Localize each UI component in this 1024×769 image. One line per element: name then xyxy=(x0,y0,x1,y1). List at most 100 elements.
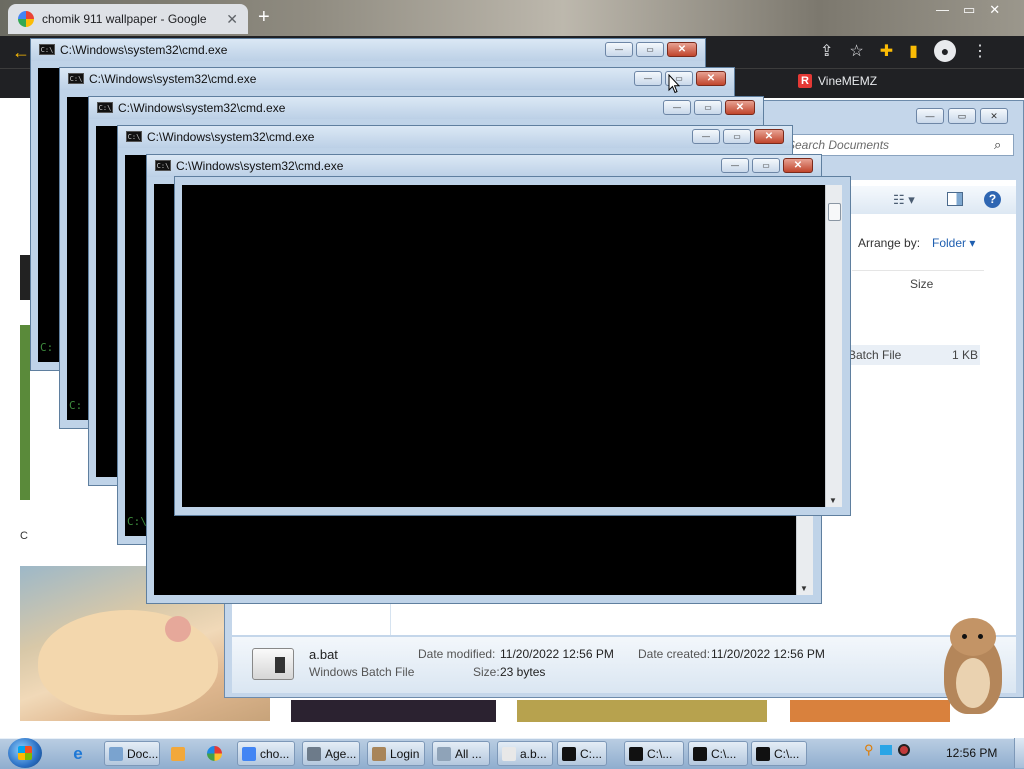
taskbar-button[interactable]: cho... xyxy=(237,741,295,766)
preview-pane-icon[interactable] xyxy=(947,192,963,206)
image-thumbnail-green[interactable] xyxy=(20,325,30,500)
taskbar-button-label: C:\... xyxy=(711,746,737,761)
menu-kebab-icon[interactable]: ⋮ xyxy=(972,41,988,61)
app-icon xyxy=(109,746,123,761)
taskbar-button[interactable]: Age... xyxy=(302,741,360,766)
help-icon[interactable]: ? xyxy=(984,191,1001,208)
search-input[interactable]: Search Documents xyxy=(780,134,1014,156)
taskbar-button-label: Doc... xyxy=(127,746,159,761)
close-button[interactable]: ✕ xyxy=(667,42,697,57)
internet-explorer-icon[interactable]: e xyxy=(64,741,92,766)
taskbar-button[interactable]: C:\... xyxy=(624,741,684,766)
minimize-button[interactable]: — xyxy=(605,42,633,57)
scroll-down-arrow-icon[interactable]: ▼ xyxy=(800,584,808,593)
details-modified-value: 11/20/2022 12:56 PM xyxy=(500,647,614,661)
profile-avatar-icon[interactable]: ● xyxy=(933,40,956,62)
back-arrow-icon[interactable]: ← xyxy=(12,42,30,63)
details-created-value: 11/20/2022 12:56 PM xyxy=(711,647,825,661)
taskbar-button-label: C:\... xyxy=(647,746,673,761)
cmd-window-title: C:\Windows\system32\cmd.exe xyxy=(89,72,257,86)
console-area[interactable] xyxy=(182,185,826,507)
taskbar-button[interactable]: a.b... xyxy=(497,741,553,766)
cmd-icon: C:\ xyxy=(155,160,171,171)
file-type-cell: Batch File xyxy=(848,348,902,362)
close-button[interactable]: ✕ xyxy=(980,108,1008,124)
start-button[interactable] xyxy=(8,738,42,768)
close-icon[interactable]: ✕ xyxy=(989,2,1000,18)
browser-tab-title: chomik 911 wallpaper - Google xyxy=(42,12,207,26)
close-button[interactable]: ✕ xyxy=(754,129,784,144)
maximize-button[interactable]: ▭ xyxy=(948,108,976,124)
taskbar-button-label: Age... xyxy=(325,746,357,761)
maximize-button[interactable]: ▭ xyxy=(752,158,780,173)
maximize-icon[interactable]: ▭ xyxy=(963,2,975,18)
column-header-size[interactable]: Size xyxy=(910,277,933,291)
app-icon xyxy=(562,746,576,761)
minimize-button[interactable]: — xyxy=(721,158,749,173)
maximize-button[interactable]: ▭ xyxy=(723,129,751,144)
image-thumbnail[interactable] xyxy=(517,700,767,722)
side-panel-icon[interactable]: ▮ xyxy=(909,41,918,61)
cmd-window-controls: — ▭ ✕ xyxy=(663,100,755,115)
details-modified-label: Date modified: xyxy=(418,647,496,661)
batch-file-icon xyxy=(252,648,294,680)
scroll-down-arrow-icon[interactable]: ▼ xyxy=(829,496,837,505)
media-player-icon[interactable] xyxy=(164,741,192,766)
vinememz-icon: R xyxy=(798,74,812,88)
taskbar-button[interactable]: All ... xyxy=(432,741,490,766)
cmd-window-back[interactable]: ▼ xyxy=(174,176,851,516)
close-tab-icon[interactable]: ✕ xyxy=(226,11,238,28)
arrange-by-dropdown[interactable]: Folder ▾ xyxy=(932,236,975,250)
cmd-window-title: C:\Windows\system32\cmd.exe xyxy=(60,43,228,57)
taskbar-clock[interactable]: 12:56 PM xyxy=(946,746,997,760)
volume-icon[interactable] xyxy=(897,744,910,756)
image-thumbnail[interactable] xyxy=(291,700,496,722)
close-button[interactable]: ✕ xyxy=(783,158,813,173)
maximize-button[interactable]: ▭ xyxy=(636,42,664,57)
taskbar-button-label: All ... xyxy=(455,746,482,761)
console-prompt: C:\ xyxy=(127,515,147,528)
browser-window-controls: — ▭ ✕ xyxy=(928,0,1008,20)
search-tray-icon[interactable]: ⚲ xyxy=(864,742,874,758)
search-icon[interactable]: ⌕ xyxy=(994,137,1001,153)
console-prompt: C: xyxy=(40,341,54,354)
cmd-window-controls: — ▭ ✕ xyxy=(605,42,697,57)
file-size-cell: 1 KB xyxy=(952,348,979,362)
app-icon xyxy=(372,746,386,761)
details-size-value: 23 bytes xyxy=(500,665,546,679)
taskbar-button-label: a.b... xyxy=(520,746,547,761)
close-button[interactable]: ✕ xyxy=(696,71,726,86)
minimize-button[interactable]: — xyxy=(916,108,944,124)
cmd-icon: C:\ xyxy=(126,131,142,142)
taskbar-button[interactable]: Login xyxy=(367,741,425,766)
change-view-icon[interactable]: ☷ ▾ xyxy=(893,192,915,208)
minimize-button[interactable]: — xyxy=(634,71,662,86)
share-icon[interactable]: ⇪ xyxy=(820,41,833,61)
taskbar-button[interactable]: Doc... xyxy=(104,741,160,766)
bookmark-vinememz[interactable]: R VineMEMZ xyxy=(798,74,877,88)
paint-icon[interactable] xyxy=(200,741,228,766)
minimize-button[interactable]: — xyxy=(663,100,691,115)
hamster-body xyxy=(38,610,218,715)
new-tab-button[interactable]: + xyxy=(258,6,270,29)
maximize-button[interactable]: ▭ xyxy=(694,100,722,115)
taskbar-button[interactable]: C:... xyxy=(557,741,607,766)
show-desktop-button[interactable] xyxy=(1014,738,1024,768)
taskbar-button[interactable]: C:\... xyxy=(688,741,748,766)
cmd-icon: C:\ xyxy=(68,73,84,84)
details-size-label: Size: xyxy=(473,665,500,679)
network-icon[interactable] xyxy=(879,745,892,755)
star-icon[interactable]: ☆ xyxy=(849,41,863,61)
minimize-icon[interactable]: — xyxy=(936,2,949,18)
close-button[interactable]: ✕ xyxy=(725,100,755,115)
image-thumbnail-dark[interactable] xyxy=(20,255,30,300)
image-thumbnail[interactable] xyxy=(790,700,950,722)
scrollbar-thumb[interactable] xyxy=(828,203,841,221)
browser-tab[interactable]: chomik 911 wallpaper - Google ✕ xyxy=(8,4,248,34)
taskbar-button[interactable]: C:\... xyxy=(751,741,807,766)
minimize-button[interactable]: — xyxy=(692,129,720,144)
extensions-icon[interactable]: ✚ xyxy=(880,41,893,61)
details-file-name: a.bat xyxy=(309,647,338,662)
cmd-icon: C:\ xyxy=(97,102,113,113)
scrollbar[interactable]: ▼ xyxy=(825,185,842,507)
